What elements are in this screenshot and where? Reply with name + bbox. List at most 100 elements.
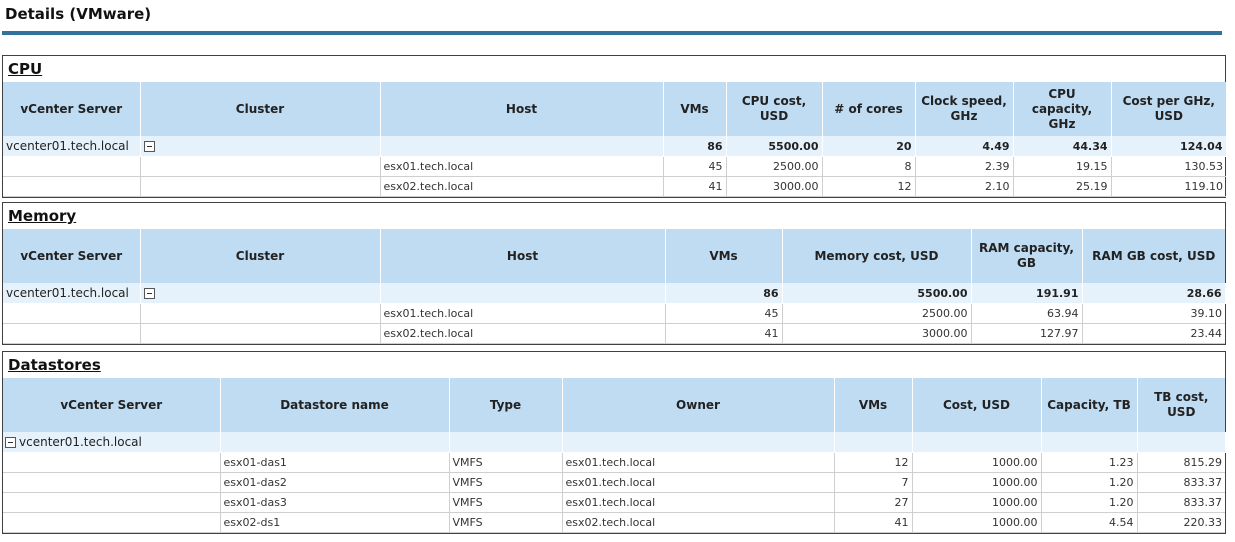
cpu-cost-value: 2500.00 bbox=[726, 156, 823, 177]
column-header[interactable]: Datastore name bbox=[220, 378, 450, 432]
datastore-owner: esx01.tech.local bbox=[562, 492, 835, 513]
table-row: esx01.tech.local 45 2500.00 63.94 39.10 bbox=[3, 303, 1225, 324]
column-header[interactable]: Cost, USD bbox=[912, 378, 1042, 432]
ram-gb-cost-value: 23.44 bbox=[1082, 323, 1225, 344]
capacity-value: 25.19 bbox=[1013, 176, 1112, 197]
capacity-total: 44.34 bbox=[1013, 136, 1112, 157]
vms-value: 12 bbox=[834, 452, 913, 473]
table-row: esx01-das3 VMFS esx01.tech.local 27 1000… bbox=[3, 492, 1225, 513]
collapse-toggle-icon[interactable] bbox=[143, 288, 155, 299]
vms-total: 86 bbox=[665, 283, 783, 304]
cores-value: 8 bbox=[822, 156, 916, 177]
clock-value: 2.39 bbox=[915, 156, 1014, 177]
memory-cost-total: 5500.00 bbox=[782, 283, 972, 304]
cpu-header-row: vCenter Server Cluster Host VMs CPU cost… bbox=[3, 82, 1226, 136]
cost-per-ghz-total: 124.04 bbox=[1111, 136, 1227, 157]
column-header[interactable]: vCenter Server bbox=[3, 229, 141, 283]
vcenter-name: vcenter01.tech.local bbox=[19, 435, 142, 449]
host-cell bbox=[380, 136, 664, 157]
column-header[interactable]: Capacity, TB bbox=[1041, 378, 1138, 432]
clock-total: 4.49 bbox=[915, 136, 1014, 157]
cluster-cell bbox=[140, 136, 381, 157]
column-header[interactable]: vCenter Server bbox=[3, 378, 221, 432]
vms-total: 86 bbox=[663, 136, 727, 157]
datastore-type: VMFS bbox=[449, 452, 563, 473]
capacity-value: 1.20 bbox=[1041, 472, 1138, 493]
column-header[interactable]: vCenter Server bbox=[3, 82, 141, 136]
column-header[interactable]: VMs bbox=[665, 229, 783, 283]
cpu-cost-value: 3000.00 bbox=[726, 176, 823, 197]
column-header[interactable]: Memory cost, USD bbox=[782, 229, 972, 283]
tb-cost-value: 833.37 bbox=[1137, 472, 1225, 493]
host-name: esx02.tech.local bbox=[380, 176, 664, 197]
collapse-toggle-icon[interactable] bbox=[5, 437, 16, 448]
page-title: Details (VMware) bbox=[5, 5, 152, 23]
ram-gb-cost-value: 39.10 bbox=[1082, 303, 1225, 324]
column-header[interactable]: Owner bbox=[562, 378, 835, 432]
cluster-cell bbox=[140, 283, 381, 304]
vms-value: 45 bbox=[665, 303, 783, 324]
column-header[interactable]: Host bbox=[380, 82, 664, 136]
collapse-toggle-icon[interactable] bbox=[143, 141, 155, 152]
cpu-section-title: CPU bbox=[8, 60, 43, 78]
memory-header-row: vCenter Server Cluster Host VMs Memory c… bbox=[3, 229, 1225, 283]
column-header[interactable]: Cluster bbox=[140, 82, 381, 136]
host-name: esx01.tech.local bbox=[380, 156, 664, 177]
capacity-value: 1.20 bbox=[1041, 492, 1138, 513]
datastore-owner: esx02.tech.local bbox=[562, 512, 835, 533]
memory-cost-value: 3000.00 bbox=[782, 323, 972, 344]
vms-value: 41 bbox=[665, 323, 783, 344]
cost-per-ghz-value: 130.53 bbox=[1111, 156, 1226, 177]
ram-capacity-total: 191.91 bbox=[971, 283, 1083, 304]
cpu-summary-row: vcenter01.tech.local 86 5500.00 20 4.49 … bbox=[3, 136, 1227, 157]
memory-section: Memory vCenter Server Cluster Host VMs M… bbox=[2, 202, 1226, 345]
column-header[interactable]: TB cost, USD bbox=[1137, 378, 1225, 432]
column-header[interactable]: VMs bbox=[663, 82, 727, 136]
datastore-name: esx01-das2 bbox=[220, 472, 450, 493]
column-header[interactable]: Cluster bbox=[140, 229, 381, 283]
datastores-header-row: vCenter Server Datastore name Type Owner… bbox=[3, 378, 1225, 432]
table-row: esx02.tech.local 41 3000.00 12 2.10 25.1… bbox=[3, 176, 1226, 197]
table-row: esx01-das1 VMFS esx01.tech.local 12 1000… bbox=[3, 452, 1225, 473]
column-header[interactable]: Host bbox=[380, 229, 666, 283]
datastores-table: vCenter Server Datastore name Type Owner… bbox=[3, 378, 1226, 533]
vms-value: 7 bbox=[834, 472, 913, 493]
column-header[interactable]: Type bbox=[449, 378, 563, 432]
cost-value: 1000.00 bbox=[912, 512, 1042, 533]
column-header[interactable]: Clock speed, GHz bbox=[915, 82, 1014, 136]
vms-value: 27 bbox=[834, 492, 913, 513]
vcenter-cell: vcenter01.tech.local bbox=[3, 432, 221, 453]
column-header[interactable]: VMs bbox=[834, 378, 913, 432]
host-name: esx01.tech.local bbox=[380, 303, 666, 324]
tb-cost-value: 220.33 bbox=[1137, 512, 1225, 533]
tb-cost-value: 815.29 bbox=[1137, 452, 1225, 473]
column-header[interactable]: RAM GB cost, USD bbox=[1082, 229, 1225, 283]
table-row: esx01.tech.local 45 2500.00 8 2.39 19.15… bbox=[3, 156, 1226, 177]
vcenter-name: vcenter01.tech.local bbox=[3, 136, 141, 157]
datastores-summary-row: vcenter01.tech.local bbox=[3, 432, 1226, 453]
datastores-section-title: Datastores bbox=[8, 356, 101, 374]
cpu-section: CPU vCenter Server Cluster Host VMs CPU … bbox=[2, 55, 1227, 198]
column-header[interactable]: Cost per GHz, USD bbox=[1111, 82, 1226, 136]
memory-cost-value: 2500.00 bbox=[782, 303, 972, 324]
datastore-owner: esx01.tech.local bbox=[562, 452, 835, 473]
datastores-section: Datastores vCenter Server Datastore name… bbox=[2, 351, 1226, 534]
ram-capacity-value: 127.97 bbox=[971, 323, 1083, 344]
ram-capacity-value: 63.94 bbox=[971, 303, 1083, 324]
vcenter-name: vcenter01.tech.local bbox=[3, 283, 141, 304]
datastore-name: esx02-ds1 bbox=[220, 512, 450, 533]
table-row: esx01-das2 VMFS esx01.tech.local 7 1000.… bbox=[3, 472, 1225, 493]
vms-value: 41 bbox=[663, 176, 727, 197]
table-row: esx02.tech.local 41 3000.00 127.97 23.44 bbox=[3, 323, 1225, 344]
datastore-type: VMFS bbox=[449, 472, 563, 493]
column-header[interactable]: # of cores bbox=[822, 82, 916, 136]
cost-per-ghz-value: 119.10 bbox=[1111, 176, 1226, 197]
column-header[interactable]: RAM capacity, GB bbox=[971, 229, 1083, 283]
column-header[interactable]: CPU capacity, GHz bbox=[1013, 82, 1112, 136]
cores-value: 12 bbox=[822, 176, 916, 197]
column-header[interactable]: CPU cost, USD bbox=[726, 82, 823, 136]
cores-total: 20 bbox=[822, 136, 916, 157]
cost-value: 1000.00 bbox=[912, 492, 1042, 513]
clock-value: 2.10 bbox=[915, 176, 1014, 197]
capacity-value: 1.23 bbox=[1041, 452, 1138, 473]
